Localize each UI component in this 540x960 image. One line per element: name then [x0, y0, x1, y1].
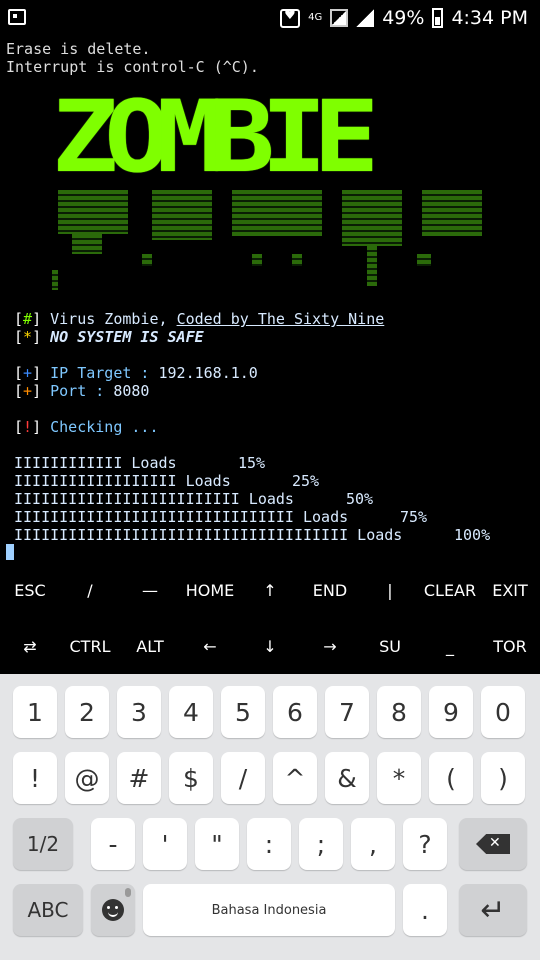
key-comma[interactable]: , — [351, 818, 395, 870]
key-question[interactable]: ? — [403, 818, 447, 870]
enter-key[interactable]: ↵ — [459, 884, 527, 936]
key-caret[interactable]: ^ — [273, 752, 317, 804]
key-pipe[interactable]: | — [360, 562, 420, 618]
space-bar[interactable]: Bahasa Indonesia — [143, 884, 395, 936]
key-clear[interactable]: CLEAR — [420, 562, 480, 618]
key-apostrophe[interactable]: ' — [143, 818, 187, 870]
key-exclamation[interactable]: ! — [13, 752, 57, 804]
key-4[interactable]: 4 — [169, 686, 213, 738]
key-7[interactable]: 7 — [325, 686, 369, 738]
screenshot-icon — [8, 9, 26, 25]
emoji-key[interactable] — [91, 884, 135, 936]
key-2[interactable]: 2 — [65, 686, 109, 738]
key-ctrl[interactable]: CTRL — [60, 618, 120, 674]
key-down[interactable]: ↓ — [240, 618, 300, 674]
key-period[interactable]: . — [403, 884, 447, 936]
load-line: IIIIIIIIIIII Loads 15% — [14, 454, 266, 472]
key-colon[interactable]: : — [247, 818, 291, 870]
key-8[interactable]: 8 — [377, 686, 421, 738]
terminal-output[interactable]: Erase is delete. Interrupt is control-C … — [0, 36, 540, 572]
key-9[interactable]: 9 — [429, 686, 473, 738]
key-close-paren[interactable]: ) — [481, 752, 525, 804]
battery-icon — [432, 8, 444, 28]
checking-line: [!] Checking ... — [14, 418, 159, 436]
key-up[interactable]: ↑ — [240, 562, 300, 618]
status-bar: 4G 49% 4:34 PM — [0, 0, 540, 36]
key-asterisk[interactable]: * — [377, 752, 421, 804]
slogan-line: [*] NO SYSTEM IS SAFE — [14, 328, 204, 346]
backspace-icon — [476, 834, 510, 854]
network-type: 4G — [308, 12, 323, 23]
load-line: IIIIIIIIIIIIIIIIIIIIIIIIIIIIIIIIIIIII Lo… — [14, 526, 491, 544]
emoji-icon — [102, 899, 124, 921]
key-tor[interactable]: TOR — [480, 618, 540, 674]
key-right[interactable]: → — [300, 618, 360, 674]
terminal-line: Interrupt is control-C (^C). — [6, 58, 259, 76]
key-0[interactable]: 0 — [481, 686, 525, 738]
key-semicolon[interactable]: ; — [299, 818, 343, 870]
virus-info-line: [#] Virus Zombie, Coded by The Sixty Nin… — [14, 310, 385, 328]
clock: 4:34 PM — [451, 7, 528, 29]
notification-icon — [280, 8, 301, 28]
key-slash[interactable]: / — [221, 752, 265, 804]
key-at[interactable]: @ — [65, 752, 109, 804]
symbols-page-toggle[interactable]: 1/2 — [13, 818, 73, 870]
enter-icon: ↵ — [480, 892, 506, 928]
key-dash[interactable]: — — [120, 562, 180, 618]
key-su[interactable]: SU — [360, 618, 420, 674]
key-open-paren[interactable]: ( — [429, 752, 473, 804]
zombie-logo: ZOMBIE — [52, 79, 482, 332]
key-3[interactable]: 3 — [117, 686, 161, 738]
key-end[interactable]: END — [300, 562, 360, 618]
load-line: IIIIIIIIIIIIIIIIIIIIIIIII Loads 50% — [14, 490, 374, 508]
key-hash[interactable]: # — [117, 752, 161, 804]
wifi-signal-icon — [330, 9, 349, 27]
load-line: IIIIIIIIIIIIIIIIII Loads 25% — [14, 472, 320, 490]
key-dollar[interactable]: $ — [169, 752, 213, 804]
key-toggle-icon[interactable]: ⇄ — [0, 618, 60, 674]
ip-target-line: [+] IP Target : 192.168.1.0 — [14, 364, 258, 382]
load-line: IIIIIIIIIIIIIIIIIIIIIIIIIIIIIII Loads 75% — [14, 508, 428, 526]
key-ampersand[interactable]: & — [325, 752, 369, 804]
key-1[interactable]: 1 — [13, 686, 57, 738]
key-underscore[interactable]: _ — [420, 618, 480, 674]
key-esc[interactable]: ESC — [0, 562, 60, 618]
abc-key[interactable]: ABC — [13, 884, 83, 936]
key-home[interactable]: HOME — [180, 562, 240, 618]
key-slash[interactable]: / — [60, 562, 120, 618]
key-6[interactable]: 6 — [273, 686, 317, 738]
signal-icon — [356, 9, 375, 27]
mic-icon — [125, 888, 131, 897]
battery-percent: 49% — [382, 7, 425, 29]
port-line: [+] Port : 8080 — [14, 382, 150, 400]
terminal-line: Erase is delete. — [6, 40, 151, 58]
key-alt[interactable]: ALT — [120, 618, 180, 674]
key-quote[interactable]: " — [195, 818, 239, 870]
key-exit[interactable]: EXIT — [480, 562, 540, 618]
extra-keys-bar: ESC / — HOME ↑ END | CLEAR EXIT ⇄ CTRL A… — [0, 560, 540, 672]
key-5[interactable]: 5 — [221, 686, 265, 738]
terminal-cursor — [6, 544, 14, 561]
key-hyphen[interactable]: - — [91, 818, 135, 870]
logo-text: ZOMBIE — [52, 79, 379, 195]
key-left[interactable]: ← — [180, 618, 240, 674]
soft-keyboard: 1 2 3 4 5 6 7 8 9 0 ! @ # $ / ^ & * ( ) … — [0, 674, 540, 960]
backspace-key[interactable] — [459, 818, 527, 870]
